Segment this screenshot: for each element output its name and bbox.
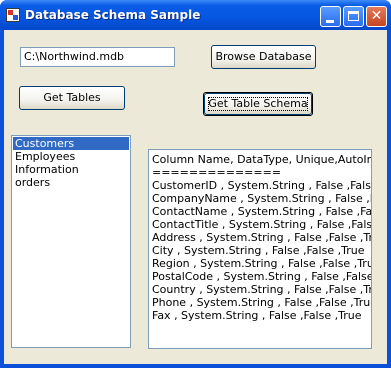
schema-separator-line: ============== — [152, 166, 282, 179]
window-title: Database Schema Sample — [25, 8, 201, 22]
app-window: Database Schema Sample ✕ C:\Northwind.md… — [0, 0, 391, 368]
schema-row: Phone , System.String , False ,False ,Tr… — [152, 296, 372, 309]
schema-row: ContactTitle , System.String , False ,Fa… — [152, 218, 372, 231]
minimize-icon — [326, 20, 334, 23]
close-button[interactable]: ✕ — [366, 6, 387, 27]
close-icon: ✕ — [370, 8, 383, 24]
schema-row: ContactName , System.String , False ,Fal… — [152, 205, 372, 218]
schema-row: Address , System.String , False ,False ,… — [152, 231, 372, 244]
schema-output-textbox[interactable]: Column Name, DataType, Unique,AutoIncrem… — [148, 149, 372, 349]
schema-row: CustomerID , System.String , False ,Fals… — [152, 179, 371, 192]
maximize-button[interactable] — [343, 6, 364, 27]
title-bar[interactable]: Database Schema Sample ✕ — [0, 0, 391, 30]
list-item-information[interactable]: Information — [13, 163, 129, 176]
schema-row: Country , System.String , False ,False ,… — [152, 283, 372, 296]
tables-listbox[interactable]: Customers Employees Information orders — [11, 135, 131, 348]
minimize-button[interactable] — [320, 6, 341, 27]
browse-database-button[interactable]: Browse Database — [211, 45, 316, 69]
list-item-customers[interactable]: Customers — [13, 137, 129, 150]
focus-ring — [208, 97, 308, 111]
maximize-icon — [348, 11, 359, 21]
schema-row: Region , System.String , False ,False ,T… — [152, 257, 372, 270]
schema-header-line: Column Name, DataType, Unique,AutoIncrem… — [152, 153, 371, 166]
form-client-area: C:\Northwind.mdb Browse Database Get Tab… — [4, 30, 387, 364]
get-tables-button[interactable]: Get Tables — [19, 86, 125, 110]
list-item-orders[interactable]: orders — [13, 176, 129, 189]
database-path-input[interactable]: C:\Northwind.mdb — [20, 47, 175, 67]
list-item-employees[interactable]: Employees — [13, 150, 129, 163]
schema-row: PostalCode , System.String , False ,Fals… — [152, 270, 372, 283]
get-table-schema-button[interactable]: Get Table Schema — [203, 92, 313, 116]
schema-row: Fax , System.String , False ,False ,True — [152, 309, 362, 322]
schema-row: CompanyName , System.String , False ,Fal… — [152, 192, 371, 205]
schema-row: City , System.String , False ,False ,Tru… — [152, 244, 365, 257]
app-icon[interactable] — [6, 8, 20, 22]
